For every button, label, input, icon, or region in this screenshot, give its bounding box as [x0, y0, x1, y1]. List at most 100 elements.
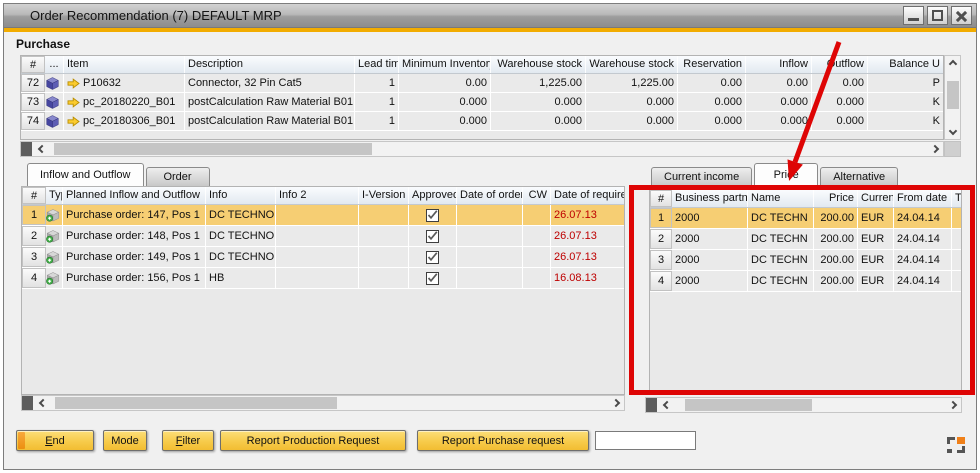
scroll-right-arrow-icon[interactable] [929, 142, 943, 156]
column-header-planned-inflow-and-outflow[interactable]: Planned Inflow and Outflow [63, 187, 206, 204]
row-number[interactable]: 72 [21, 74, 45, 92]
row-number[interactable]: 3 [650, 250, 672, 270]
tab-current-income[interactable]: Current income [651, 167, 752, 186]
column-header-blank[interactable]: # [21, 56, 45, 73]
column-header-approved[interactable]: Approved [409, 187, 457, 204]
tab-price[interactable]: Price [754, 163, 818, 186]
column-header-price[interactable]: Price [814, 190, 858, 207]
button-mode[interactable]: Mode [103, 430, 147, 451]
column-header-business-partner[interactable]: Business partner [672, 190, 748, 207]
column-header-item[interactable]: Item [64, 56, 185, 73]
column-header-warehouse-stock[interactable]: Warehouse stock [491, 56, 586, 73]
button-end[interactable]: End [16, 430, 94, 451]
resize-form-icon[interactable] [947, 437, 965, 453]
table-row[interactable]: 3Purchase order: 149, Pos 1DC TECHNOLOG2… [22, 247, 624, 268]
window-controls [903, 6, 972, 25]
scroll-right-arrow-icon[interactable] [610, 396, 624, 410]
table-row[interactable]: 1Purchase order: 147, Pos 1DC TECHNOLOG2… [22, 205, 624, 226]
table-row[interactable]: 4Purchase order: 156, Pos 1HB16.08.13 [22, 268, 624, 289]
column-header-i-version[interactable]: I-Version [359, 187, 409, 204]
row-number[interactable]: 74 [21, 112, 45, 130]
scroll-left-arrow-icon[interactable] [35, 396, 49, 410]
button-report-production-request[interactable]: Report Production Request [220, 430, 406, 451]
tab-inflow-and-outflow[interactable]: Inflow and Outflow [27, 163, 144, 186]
scroll-up-arrow-icon[interactable] [946, 56, 960, 69]
minimize-button[interactable] [903, 6, 924, 25]
scrollbar-thumb[interactable] [685, 399, 812, 411]
table-row[interactable]: 22000DC TECHN200.00EUR24.04.14 [650, 229, 961, 250]
scrollbar-track[interactable] [673, 398, 947, 412]
column-header-cw[interactable]: CW [523, 187, 551, 204]
column-header-from-date[interactable]: From date [894, 190, 952, 207]
table-row[interactable]: 74pc_20180306_B01postCalculation Raw Mat… [21, 112, 943, 131]
footer-text-input[interactable] [595, 431, 696, 450]
row-number[interactable]: 1 [22, 205, 46, 225]
row-number[interactable]: 2 [650, 229, 672, 249]
column-header-to[interactable]: To [952, 190, 962, 207]
items-table-horizontal-scrollbar[interactable] [20, 141, 944, 157]
table-row[interactable]: 72P10632Connector, 32 Pin Cat510.001,225… [21, 74, 943, 93]
row-number[interactable]: 3 [22, 247, 46, 267]
price-table-horizontal-scrollbar[interactable] [645, 397, 962, 413]
table-row[interactable]: 73pc_20180220_B01postCalculation Raw Mat… [21, 93, 943, 112]
scrollbar-thumb[interactable] [947, 81, 959, 109]
scroll-left-arrow-icon[interactable] [659, 398, 673, 412]
scrollbar-thumb[interactable] [55, 397, 337, 409]
row-number[interactable]: 4 [650, 271, 672, 291]
link-arrow-icon[interactable] [67, 97, 80, 108]
column-header-info[interactable]: Info [206, 187, 276, 204]
column-header-typ[interactable]: Typ [46, 187, 63, 204]
tab-order[interactable]: Order [146, 167, 210, 186]
table-row[interactable]: 12000DC TECHN200.00EUR24.04.14 [650, 208, 961, 229]
column-header-description[interactable]: Description [185, 56, 355, 73]
row-number[interactable]: 2 [22, 226, 46, 246]
row-number[interactable]: 1 [650, 208, 672, 228]
row-number[interactable]: 73 [21, 93, 45, 111]
scrollbar-track[interactable] [48, 142, 929, 156]
link-arrow-icon[interactable] [67, 78, 80, 89]
scrollbar-track[interactable] [49, 396, 610, 410]
button-filter[interactable]: Filter [162, 430, 214, 451]
table-row[interactable]: 42000DC TECHN200.00EUR24.04.14 [650, 271, 961, 292]
column-header-reservation[interactable]: Reservation [678, 56, 746, 73]
column-header-balance-u[interactable]: Balance U [868, 56, 944, 73]
close-button[interactable] [951, 6, 972, 25]
cell-price: 200.00 [814, 271, 858, 291]
column-header-info-2[interactable]: Info 2 [276, 187, 359, 204]
column-header-name[interactable]: Name [748, 190, 814, 207]
inflow-outflow-horizontal-scrollbar[interactable] [21, 395, 625, 411]
column-header-minimum-inventory[interactable]: Minimum Inventory [399, 56, 491, 73]
scrollbar-split-box[interactable] [646, 398, 657, 412]
column-header-currenc[interactable]: Currenc [858, 190, 894, 207]
scrollbar-split-box[interactable] [22, 396, 33, 410]
column-header-outflow[interactable]: Outflow [812, 56, 868, 73]
column-header-date-of-requiren[interactable]: Date of requiren [551, 187, 625, 204]
scrollbar-track[interactable] [946, 69, 960, 126]
scrollbar-split-box[interactable] [21, 142, 32, 156]
row-number[interactable]: 4 [22, 268, 46, 288]
column-header-inflow[interactable]: Inflow [746, 56, 812, 73]
column-header-blank[interactable]: # [22, 187, 46, 204]
scrollbar-thumb[interactable] [54, 143, 372, 155]
scroll-down-arrow-icon[interactable] [946, 126, 960, 139]
approved-checkbox[interactable] [426, 251, 439, 264]
column-header-warehouse-stock[interactable]: Warehouse stock [586, 56, 678, 73]
table-row[interactable]: 32000DC TECHN200.00EUR24.04.14 [650, 250, 961, 271]
maximize-button[interactable] [927, 6, 948, 25]
column-header-date-of-order[interactable]: Date of order [457, 187, 523, 204]
column-header-blank[interactable]: # [650, 190, 672, 207]
approved-checkbox[interactable] [426, 209, 439, 222]
approved-checkbox[interactable] [426, 230, 439, 243]
tab-alternative[interactable]: Alternative [820, 167, 898, 186]
scroll-right-arrow-icon[interactable] [947, 398, 961, 412]
link-arrow-icon[interactable] [67, 116, 80, 127]
approved-checkbox[interactable] [426, 272, 439, 285]
scroll-left-arrow-icon[interactable] [34, 142, 48, 156]
items-table-vertical-scrollbar[interactable] [944, 55, 961, 140]
button-report-purchase-request[interactable]: Report Purchase request [417, 430, 589, 451]
column-header-blank[interactable]: ... [45, 56, 64, 73]
cell-description: Connector, 32 Pin Cat5 [185, 74, 355, 92]
table-row[interactable]: 2Purchase order: 148, Pos 1DC TECHNOLOG2… [22, 226, 624, 247]
cell-minimum_inventory: 0.00 [399, 74, 491, 92]
column-header-lead-time[interactable]: Lead time [355, 56, 399, 73]
